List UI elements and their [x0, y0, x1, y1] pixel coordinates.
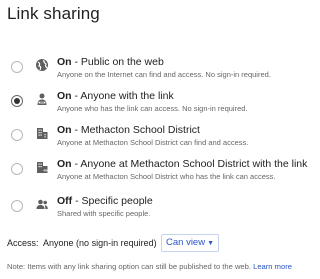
option-specific-people[interactable]: Off - Specific people Shared with specif… — [0, 195, 320, 225]
option-description: Anyone at Methacton School District who … — [57, 172, 276, 181]
option-description: Anyone at Methacton School District can … — [57, 138, 249, 147]
option-title: On - Anyone at Methacton School District… — [57, 158, 308, 170]
access-row: Access: Anyone (no sign-in required) — [7, 238, 157, 248]
option-public-on-web[interactable]: On - Public on the web Anyone on the Int… — [0, 56, 320, 86]
option-title: On - Public on the web — [57, 56, 164, 68]
learn-more-link[interactable]: Learn more — [253, 262, 292, 271]
radio-anyone-with-link[interactable] — [11, 95, 23, 107]
radio-public-on-web[interactable] — [11, 61, 23, 73]
option-description: Anyone who has the link can access. No s… — [57, 104, 248, 113]
access-level-dropdown[interactable]: Can view ▼ — [161, 234, 220, 252]
access-label: Access: — [7, 238, 39, 248]
option-methacton-school-district[interactable]: On - Methacton School District Anyone at… — [0, 124, 320, 154]
option-title: On - Methacton School District — [57, 124, 200, 136]
radio-methacton-with-link[interactable] — [11, 163, 23, 175]
building-link-icon — [35, 160, 49, 174]
globe-icon — [35, 58, 49, 72]
option-title: On - Anyone with the link — [57, 90, 174, 102]
note-text: Note: Items with any link sharing option… — [7, 262, 251, 271]
radio-methacton-school-district[interactable] — [11, 129, 23, 141]
option-anyone-with-link[interactable]: On - Anyone with the link Anyone who has… — [0, 90, 320, 120]
option-methacton-with-link[interactable]: On - Anyone at Methacton School District… — [0, 158, 320, 188]
access-value: Anyone (no sign-in required) — [43, 238, 157, 248]
link-person-icon — [35, 92, 49, 106]
option-description: Anyone on the Internet can find and acce… — [57, 70, 271, 79]
option-description: Shared with specific people. — [57, 209, 151, 218]
caret-down-icon: ▼ — [207, 240, 215, 247]
footer-note: Note: Items with any link sharing option… — [7, 262, 292, 271]
people-icon — [35, 197, 49, 211]
radio-specific-people[interactable] — [11, 200, 23, 212]
option-title: Off - Specific people — [57, 195, 153, 207]
access-level-label: Can view — [166, 237, 206, 248]
building-icon — [35, 126, 49, 140]
dialog-title: Link sharing — [7, 4, 100, 23]
